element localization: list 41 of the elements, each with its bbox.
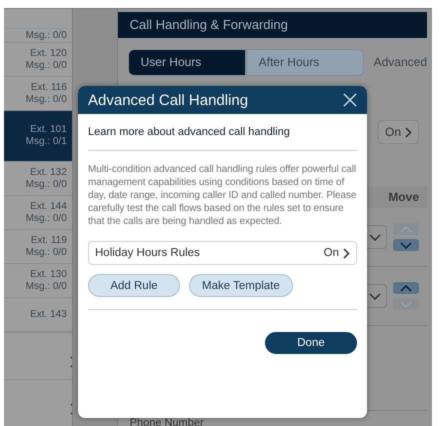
extension-label: Ext. 143 (30, 308, 67, 320)
extension-label: Ext. 144 (30, 200, 67, 212)
tab[interactable]: User Hours (128, 49, 246, 76)
panel-title: Call Handling & Forwarding (118, 12, 427, 38)
rule-status: On (324, 247, 339, 259)
chevron-down-icon (369, 292, 381, 300)
chevron-down-icon (400, 242, 412, 248)
extension-item[interactable]: Ext. 101 Msg.: 0/1 (4, 111, 72, 162)
message-count: Msg.: 0/0 (26, 178, 67, 190)
column-header: Move (388, 190, 419, 204)
message-count: Msg.: 0/0 (26, 94, 67, 106)
extension-label: Ext. 130 (30, 268, 67, 280)
message-count: Msg.: 0/0 (26, 212, 67, 224)
rule-label: Holiday Hours Rules (95, 247, 200, 259)
message-count: Msg.: 0/1 (26, 136, 67, 148)
status-selector[interactable]: On (378, 120, 419, 144)
extension-label: Ext. 101 (30, 124, 67, 136)
field-label: Phone Number (128, 417, 205, 426)
message-count: Msg.: 0/0 (26, 30, 67, 42)
close-icon[interactable] (343, 93, 357, 107)
chevron-down-icon (369, 234, 381, 240)
extension-label: Ext. 120 (30, 48, 67, 60)
extension-label: Ext. 119 (30, 234, 67, 246)
done-button[interactable]: Done (265, 332, 357, 354)
move-down-button[interactable] (393, 239, 419, 251)
tab[interactable]: Advanced (374, 50, 427, 75)
message-count: Msg.: 0/0 (26, 280, 67, 292)
message-count: Msg.: 0/0 (26, 60, 67, 72)
tab[interactable]: After Hours (246, 49, 364, 76)
rule-row[interactable]: Holiday Hours Rules On (88, 241, 357, 265)
action-button[interactable]: Make Template (189, 274, 293, 297)
move-up-button[interactable] (393, 282, 419, 294)
description-text: Multi-condition advanced call handling rules offer powerful call management capabilities using conditions based on time of day, date range, incoming caller ID and called number. Please carefully test the call flows based on the rules set to ensure that the calls are being handled as expected. (88, 163, 357, 228)
message-count: Msg.: 0/0 (26, 246, 67, 258)
action-button[interactable]: Add Rule (88, 274, 180, 297)
status-value: On (384, 125, 401, 139)
extension-label: Ext. 116 (30, 82, 67, 94)
chevron-up-icon (400, 284, 412, 292)
extension-label: Ext. 132 (30, 166, 67, 178)
help-link[interactable]: Learn more about advanced call handling (88, 126, 357, 138)
dialog-title: Advanced Call Handling (88, 92, 248, 108)
